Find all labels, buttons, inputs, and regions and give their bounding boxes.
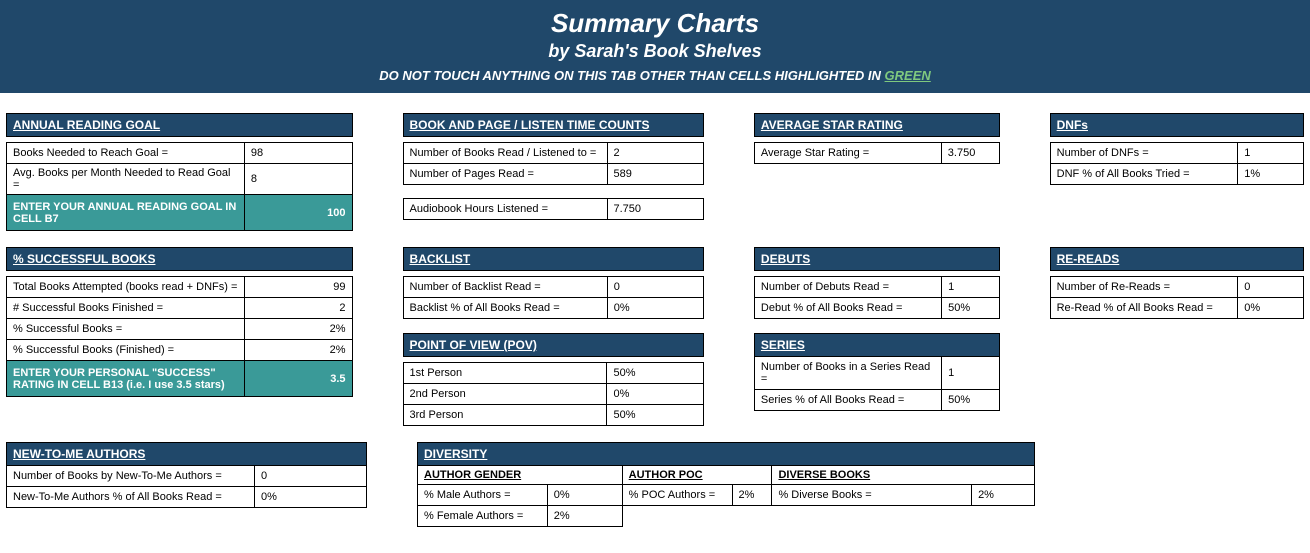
success-input-row: ENTER YOUR PERSONAL "SUCCESS" RATING IN … [7,361,353,397]
newauthors-header: NEW-TO-ME AUTHORS [7,443,367,466]
page-title: Summary Charts [0,8,1310,39]
table-row: Number of Books by New-To-Me Authors =0 [7,466,367,487]
table-row: % Successful Books (Finished) =2% [7,340,353,361]
table-row: Number of Debuts Read =1 [754,277,999,298]
table-row: DNF % of All Books Tried =1% [1050,164,1303,185]
diversity-header: DIVERSITY [418,443,1035,466]
diversity-sub-gender: AUTHOR GENDER [418,466,623,485]
book-page-block: BOOK AND PAGE / LISTEN TIME COUNTS Numbe… [403,113,704,220]
table-row: Total Books Attempted (books read + DNFs… [7,277,353,298]
success-header: % SUCCESSFUL BOOKS [7,248,353,271]
table-row: Number of Books in a Series Read =1 [754,357,999,390]
pov-block: POINT OF VIEW (POV) 1st Person50% 2nd Pe… [403,333,704,426]
goal-input-row: ENTER YOUR ANNUAL READING GOAL IN CELL B… [7,195,353,231]
table-row: % Male Authors = 0% % POC Authors = 2% %… [418,485,1035,506]
success-input-cell[interactable]: 3.5 [245,361,352,397]
table-row: Number of Backlist Read =0 [403,277,703,298]
page-subtitle: by Sarah's Book Shelves [0,41,1310,62]
table-row: Audiobook Hours Listened =7.750 [403,199,703,220]
backlist-block: BACKLIST Number of Backlist Read =0 Back… [403,247,704,319]
backlist-header: BACKLIST [403,248,703,271]
table-row: New-To-Me Authors % of All Books Read =0… [7,487,367,508]
table-row: Books Needed to Reach Goal =98 [7,143,353,164]
new-authors-block: NEW-TO-ME AUTHORS Number of Books by New… [6,442,367,508]
table-row: Series % of All Books Read =50% [754,390,999,411]
table-row: Average Star Rating =3.750 [754,143,999,164]
header-banner: Summary Charts by Sarah's Book Shelves D… [0,0,1310,93]
dnf-block: DNFs Number of DNFs =1 DNF % of All Book… [1050,113,1304,185]
rereads-header: RE-READS [1050,248,1303,271]
table-row: 1st Person50% [403,363,703,384]
table-row: 2nd Person0% [403,384,703,405]
goal-header: ANNUAL READING GOAL [7,114,353,137]
annual-reading-goal-block: ANNUAL READING GOAL Books Needed to Reac… [6,113,353,231]
table-row: % Successful Books =2% [7,319,353,340]
dnf-header: DNFs [1050,114,1303,137]
table-row: Number of DNFs =1 [1050,143,1303,164]
green-link[interactable]: GREEN [885,68,931,83]
table-row: Avg. Books per Month Needed to Read Goal… [7,164,353,195]
content-grid: ANNUAL READING GOAL Books Needed to Reac… [0,93,1310,553]
diversity-sub-books: DIVERSE BOOKS [772,466,1035,485]
debuts-header: DEBUTS [754,248,999,271]
diversity-block: DIVERSITY AUTHOR GENDER AUTHOR POC DIVER… [417,442,1035,527]
table-row: Backlist % of All Books Read =0% [403,298,703,319]
pov-header: POINT OF VIEW (POV) [403,334,703,357]
table-row: Number of Pages Read =589 [403,164,703,185]
table-row: # Successful Books Finished =2 [7,298,353,319]
series-block: SERIES Number of Books in a Series Read … [754,333,1000,411]
debuts-block: DEBUTS Number of Debuts Read =1 Debut % … [754,247,1000,319]
table-row: Re-Read % of All Books Read =0% [1050,298,1303,319]
bookpage-header: BOOK AND PAGE / LISTEN TIME COUNTS [403,114,703,137]
goal-input-cell[interactable]: 100 [244,195,352,231]
diversity-sub-poc: AUTHOR POC [622,466,772,485]
table-row: 3rd Person50% [403,405,703,426]
table-row: Number of Re-Reads =0 [1050,277,1303,298]
avg-star-block: AVERAGE STAR RATING Average Star Rating … [754,113,1000,164]
series-header: SERIES [754,334,999,357]
table-row: Number of Books Read / Listened to =2 [403,143,703,164]
avg-header: AVERAGE STAR RATING [754,114,999,137]
success-block: % SUCCESSFUL BOOKS Total Books Attempted… [6,247,353,397]
rereads-block: RE-READS Number of Re-Reads =0 Re-Read %… [1050,247,1304,319]
table-row: Debut % of All Books Read =50% [754,298,999,319]
warning-text: DO NOT TOUCH ANYTHING ON THIS TAB OTHER … [0,68,1310,83]
table-row: % Female Authors = 2% [418,506,1035,527]
